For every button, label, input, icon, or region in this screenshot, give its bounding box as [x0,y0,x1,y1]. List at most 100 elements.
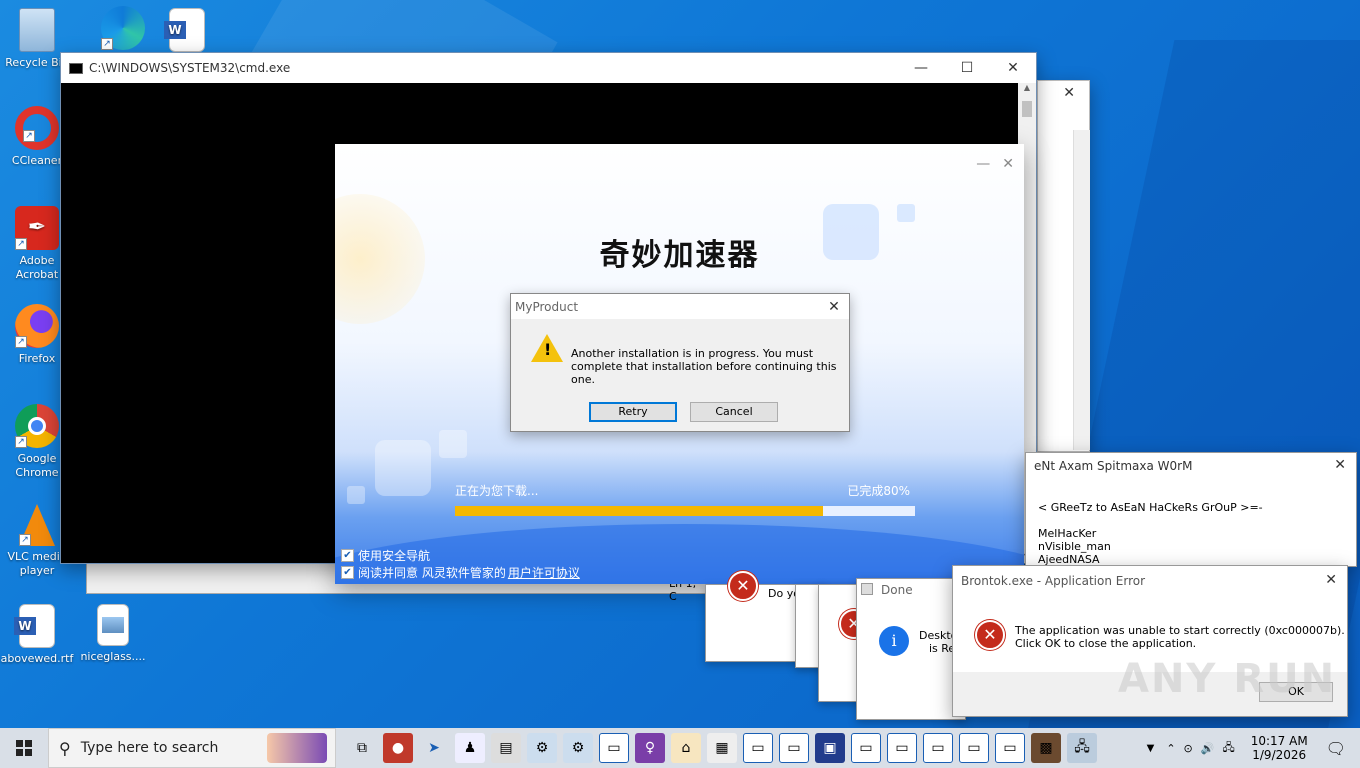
info-dialog[interactable]: Done i Deskto is Re [856,578,966,720]
shortcut-arrow-icon: ↗ [15,336,27,348]
maximize-button[interactable]: ☐ [944,53,990,83]
taskbar-search-box[interactable]: ⚲ Type here to search [48,728,336,768]
cancel-button[interactable]: Cancel [690,402,778,422]
windows-logo-icon [16,740,32,756]
license-link[interactable]: 用户许可协议 [508,564,580,581]
agree-checkbox[interactable]: ✔ 阅读并同意 风灵软件管家的 用户许可协议 [341,564,580,581]
error-icon: ✕ [975,620,1005,650]
dialog-message: Another installation is in progress. You… [571,347,837,386]
taskbar-app-icon[interactable]: ⚙ [527,733,557,763]
scroll-thumb[interactable] [1022,101,1032,117]
window-app-icon[interactable]: ▭ [779,733,809,763]
start-button[interactable] [0,728,48,768]
network-icon[interactable]: 🖧 [1222,739,1234,758]
desktop-icon-label: Adobe Acrobat [15,254,59,281]
minimize-button[interactable]: — [898,53,944,83]
taskbar-app-icon[interactable]: ▤ [491,733,521,763]
close-button[interactable]: ✕ [819,299,849,315]
scroll-up-icon[interactable]: ▲ [1018,83,1036,92]
close-button[interactable]: ✕ [1002,156,1014,172]
taskbar-app-icon[interactable]: 🖧 [1067,733,1097,763]
minimize-button[interactable]: — [976,156,990,172]
dialog-title: eNt Axam Spitmaxa W0rM [1034,459,1193,473]
shortcut-arrow-icon: ↗ [19,534,31,546]
taskbar-app-icon[interactable]: ♟ [455,733,485,763]
close-icon[interactable]: ✕ [1063,85,1075,101]
cmd-titlebar[interactable]: C:\WINDOWS\SYSTEM32\cmd.exe — ☐ ✕ [61,53,1036,83]
dialog-titlebar[interactable]: MyProduct ✕ [511,294,849,319]
scrollbar[interactable] [1073,130,1090,450]
close-button[interactable]: ✕ [1334,457,1346,473]
desktop-icon-abovewed[interactable]: W abovewed.rtf [0,604,74,666]
search-placeholder: Type here to search [80,740,219,756]
tray-scroll-icon[interactable]: ▼ [1147,743,1155,754]
message-line: MelHacKer [1038,527,1097,540]
taskbar-app-icon[interactable]: ▣ [815,733,845,763]
system-tray: ▼ ⌃ ⊙ 🔊 🖧 10:17 AM 1/9/2026 🗨 [1147,728,1360,768]
worm-message-window[interactable]: eNt Axam Spitmaxa W0rM ✕ < GReeTz to AsE… [1025,452,1357,567]
taskbar-clock[interactable]: 10:17 AM 1/9/2026 [1251,734,1308,762]
shortcut-arrow-icon: ↗ [101,38,113,50]
close-button[interactable]: ✕ [990,53,1036,83]
word-doc-icon: W [164,8,205,52]
vlc-icon: ↗ [19,504,55,546]
message-line: < GReeTz to AsEaN HaCkeRs GrOuP >=- [1038,501,1263,514]
warning-icon: ! [531,334,563,362]
desktop-icon-niceglass[interactable]: niceglass.... [76,604,150,664]
decorative-cube [439,430,467,458]
window-app-icon[interactable]: ▭ [599,733,629,763]
safe-nav-checkbox[interactable]: ✔ 使用安全导航 [341,547,430,564]
cmd-icon [69,62,83,74]
desktop-icon-label: Google Chrome [15,452,59,479]
chrome-icon: ↗ [15,404,59,448]
network-status-icon[interactable]: ⊙ [1184,742,1193,755]
retry-button[interactable]: Retry [589,402,677,422]
error-message: The application was unable to start corr… [1015,624,1345,637]
image-file-icon [97,604,129,646]
window-title: C:\WINDOWS\SYSTEM32\cmd.exe [89,61,291,75]
checkbox-checked-icon[interactable]: ✔ [341,549,354,562]
desktop: Recycle Bin ↗ W ↗ CCleaner ✒ ↗ Adobe Acr… [0,0,1360,728]
edge-icon: ↗ [101,6,145,50]
clock-time: 10:17 AM [1250,734,1308,748]
checkbox-checked-icon[interactable]: ✔ [341,566,354,579]
taskbar-app-icon[interactable]: ♀ [635,733,665,763]
notification-icon[interactable]: 🗨 [1326,739,1346,758]
search-highlight-icon [267,733,327,763]
taskbar-app-icon[interactable]: ⚙ [563,733,593,763]
anyrun-watermark: ANY RUN [1118,656,1337,702]
taskbar: ⚲ Type here to search ⧉ ● ➤ ♟ ▤ ⚙ ⚙ ▭ ♀ … [0,728,1360,768]
task-view-icon[interactable]: ⧉ [347,733,377,763]
info-icon: i [879,626,909,656]
ccleaner-icon: ↗ [15,106,59,150]
progress-label: 已完成80% [847,484,910,498]
taskbar-app-icon[interactable]: ➤ [419,733,449,763]
progress-bar [455,506,915,516]
myproduct-dialog[interactable]: MyProduct ✕ ! Another installation is in… [510,293,850,432]
desktop-icon-word-doc[interactable]: W [150,8,224,56]
recycle-bin-icon [19,8,55,52]
taskbar-app-icon[interactable]: ▩ [1031,733,1061,763]
decorative-cube [375,440,431,496]
desktop-icon-edge[interactable]: ↗ [86,6,160,54]
window-app-icon[interactable]: ▭ [851,733,881,763]
window-app-icon[interactable]: ▭ [995,733,1025,763]
taskbar-app-icon[interactable]: ● [383,733,413,763]
taskbar-app-icon[interactable]: ▦ [707,733,737,763]
window-app-icon[interactable]: ▭ [887,733,917,763]
progress-fill [455,506,823,516]
desktop-icon-label: Firefox [18,352,56,365]
taskbar-app-icon[interactable]: ⌂ [671,733,701,763]
desktop-icon-label: niceglass.... [80,650,146,663]
desktop-icon-label: CCleaner [11,154,63,167]
desktop-icon-label: abovewed.rtf [0,652,74,665]
window-app-icon[interactable]: ▭ [959,733,989,763]
window-app-icon[interactable]: ▭ [923,733,953,763]
volume-icon[interactable]: 🔊 [1201,742,1215,755]
search-icon: ⚲ [59,738,71,758]
close-button[interactable]: ✕ [1325,572,1337,588]
show-hidden-icons-icon[interactable]: ⌃ [1166,742,1175,755]
window-app-icon[interactable]: ▭ [743,733,773,763]
clock-date: 1/9/2026 [1252,748,1307,762]
dialog-title: Done [881,583,913,597]
